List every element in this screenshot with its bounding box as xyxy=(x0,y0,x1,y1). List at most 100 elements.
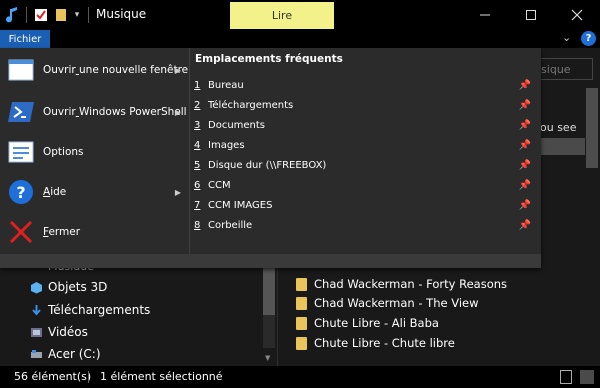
nav-item-videos[interactable]: Vidéos xyxy=(30,322,88,342)
nav-item-telechargements[interactable]: Téléchargements xyxy=(30,300,150,320)
list-item[interactable]: Chad Wackerman - Forty Reasons xyxy=(296,274,507,294)
file-name: Chad Wackerman - Forty Reasons xyxy=(314,277,508,291)
pin-icon[interactable]: 📌 xyxy=(519,100,531,111)
frequent-place-item[interactable]: 6 CCM 📌 xyxy=(194,176,539,194)
menu-item-label: Ouvrir une nouvelle fenêtre xyxy=(43,64,189,76)
status-separator xyxy=(88,371,89,383)
file-name: Chad Wackerman - The View xyxy=(314,296,479,310)
submenu-arrow-icon: ▶ xyxy=(174,65,181,75)
frequent-place-label: Corbeille xyxy=(208,219,253,231)
frequent-place-number: 5 xyxy=(194,159,201,171)
video-icon xyxy=(30,326,43,339)
nav-label: Vidéos xyxy=(48,325,88,339)
scroll-down-icon[interactable]: ▼ xyxy=(265,354,270,362)
submenu-arrow-icon: ▶ xyxy=(174,187,181,197)
search-placeholder-text: isique xyxy=(538,62,571,76)
pin-icon[interactable]: 📌 xyxy=(519,220,531,231)
nav-item-acer-c[interactable]: Acer (C:) xyxy=(30,344,101,364)
toolbar-separator xyxy=(88,7,89,23)
pin-icon[interactable]: 📌 xyxy=(519,160,531,171)
help-button[interactable]: ? xyxy=(581,31,596,46)
nav-label: Acer (C:) xyxy=(48,347,101,361)
file-name: Chute Libre - Chute libre xyxy=(314,336,455,350)
menu-item-fermer[interactable]: Fermer xyxy=(0,212,189,252)
frequent-place-item[interactable]: 3 Documents 📌 xyxy=(194,116,539,134)
menu-item-powershell[interactable]: Ouvrir Windows PowerShell ▶ xyxy=(0,92,189,132)
toolbar-separator xyxy=(26,7,27,23)
frequent-place-number: 7 xyxy=(194,199,201,211)
frequent-place-item[interactable]: 4 Images 📌 xyxy=(194,136,539,154)
minimize-button[interactable] xyxy=(462,0,508,30)
file-menu-commands: Ouvrir une nouvelle fenêtre ▶ Ouvrir Win… xyxy=(0,48,189,268)
frequent-place-label: Images xyxy=(208,139,245,151)
selected-row[interactable] xyxy=(540,138,585,155)
frequent-place-item[interactable]: 5 Disque dur (\\FREEBOX) 📌 xyxy=(194,156,539,174)
frequent-place-label: Disque dur (\\FREEBOX) xyxy=(208,159,327,171)
status-selection: 1 élément sélectionné xyxy=(100,370,223,383)
frequent-places-title: Emplacements fréquents xyxy=(195,53,343,65)
tab-contextual-lire[interactable]: Lire xyxy=(230,2,334,29)
ribbon-tab-row: Fichier ⌄ ? xyxy=(0,30,600,48)
menu-item-options[interactable]: Options xyxy=(0,132,189,172)
status-bar: 56 élément(s) 1 élément sélectionné xyxy=(0,366,600,388)
menu-item-aide[interactable]: ? Aide ▶ xyxy=(0,172,189,212)
large-icons-view-icon[interactable] xyxy=(580,370,594,384)
list-item[interactable]: Chad Wackerman - The View xyxy=(296,293,479,313)
nav-label: Objets 3D xyxy=(48,280,108,294)
frequent-place-number: 2 xyxy=(194,99,201,111)
frequent-place-item[interactable]: 2 Téléchargements 📌 xyxy=(194,96,539,114)
customize-quick-access-icon[interactable]: ▾ xyxy=(71,6,83,24)
status-item-count: 56 élément(s) xyxy=(14,370,92,383)
drive-icon xyxy=(30,348,43,361)
frequent-place-item[interactable]: 1 Bureau 📌 xyxy=(194,76,539,94)
maximize-button[interactable] xyxy=(508,0,554,30)
frequent-place-number: 3 xyxy=(194,119,201,131)
frequent-place-label: Bureau xyxy=(208,79,244,91)
submenu-arrow-icon: ▶ xyxy=(174,107,181,117)
frequent-place-number: 8 xyxy=(194,219,201,231)
frequent-place-number: 1 xyxy=(194,79,201,91)
folder-icon xyxy=(296,277,307,291)
menu-item-label: Aide xyxy=(43,186,67,198)
new-window-icon xyxy=(7,56,35,84)
pin-icon[interactable]: 📌 xyxy=(519,200,531,211)
file-menu: Ouvrir une nouvelle fenêtre ▶ Ouvrir Win… xyxy=(0,48,541,268)
frequent-place-number: 6 xyxy=(194,179,201,191)
options-icon xyxy=(7,138,35,166)
properties-icon[interactable] xyxy=(33,6,49,24)
partial-text: ou see xyxy=(540,121,577,134)
nav-item-objets-3d[interactable]: Objets 3D xyxy=(30,277,107,297)
menu-item-label: Ouvrir Windows PowerShell xyxy=(43,106,187,118)
title-bar: ▾ Musique Lire xyxy=(0,0,600,30)
window-title: Musique xyxy=(96,7,147,21)
pin-icon[interactable]: 📌 xyxy=(519,180,531,191)
pin-icon[interactable]: 📌 xyxy=(519,140,531,151)
nav-label: Téléchargements xyxy=(48,303,151,317)
menu-item-new-window[interactable]: Ouvrir une nouvelle fenêtre ▶ xyxy=(0,50,189,90)
folder-icon xyxy=(296,296,307,310)
frequent-place-item[interactable]: 7 CCM IMAGES 📌 xyxy=(194,196,539,214)
menu-item-label: Options xyxy=(43,146,84,158)
details-view-icon[interactable] xyxy=(560,370,572,384)
frequent-place-label: Téléchargements xyxy=(208,99,294,111)
menu-item-label: Fermer xyxy=(43,226,81,238)
music-note-icon xyxy=(4,6,20,24)
pin-icon[interactable]: 📌 xyxy=(519,80,531,91)
download-icon xyxy=(30,304,43,317)
frequent-place-label: CCM IMAGES xyxy=(208,199,273,211)
close-button[interactable] xyxy=(554,0,600,30)
help-circle-icon: ? xyxy=(7,178,35,206)
pin-icon[interactable]: 📌 xyxy=(519,120,531,131)
menu-footer xyxy=(0,254,541,268)
tab-fichier[interactable]: Fichier xyxy=(0,30,50,48)
frequent-place-item[interactable]: 8 Corbeille 📌 xyxy=(194,216,539,234)
chevron-down-icon[interactable]: ⌄ xyxy=(562,31,571,44)
folder-icon xyxy=(296,316,307,330)
list-item[interactable]: Chute Libre - Ali Baba xyxy=(296,313,439,333)
scrollbar-thumb[interactable] xyxy=(586,88,598,168)
file-name: Chute Libre - Ali Baba xyxy=(314,316,439,330)
frequent-place-number: 4 xyxy=(194,139,201,151)
list-item[interactable]: Chute Libre - Chute libre xyxy=(296,333,455,353)
new-folder-icon[interactable] xyxy=(54,6,68,24)
frequent-place-label: CCM xyxy=(208,179,231,191)
